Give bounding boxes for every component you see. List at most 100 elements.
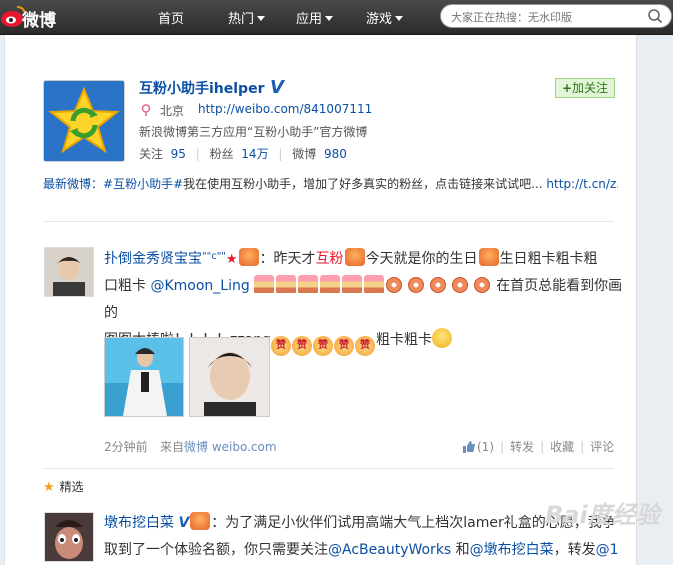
repost-button[interactable]: 转发 [510, 440, 534, 454]
plus-icon: + [561, 81, 573, 95]
post2-text-c: 和 [455, 542, 470, 558]
post-text-a: ：昨天才 [259, 251, 316, 267]
action-divider: | [500, 440, 505, 454]
profile-name[interactable]: 互粉小助手ihelper [139, 78, 264, 98]
post2-author[interactable]: 墩布挖白菜 [104, 515, 174, 531]
nav-home-label: 首页 [158, 12, 185, 27]
source-prefix: 来自 [160, 440, 185, 454]
chevron-down-icon [257, 16, 266, 21]
mention-link[interactable]: @Kmoon_Ling [150, 278, 249, 294]
author-suffix: ""c"" [202, 251, 226, 262]
nav-hot-label: 热门 [228, 12, 255, 27]
cake-icon [298, 275, 319, 293]
post-time[interactable]: 2分钟前 [104, 438, 148, 455]
post-text-c: 生日粗卡粗卡粗 [499, 251, 598, 267]
latest-post: 最新微博：#互粉小助手#我在使用互粉小助手，增加了好多真实的粉丝，点击链接来试试… [43, 175, 618, 192]
action-divider: | [580, 440, 585, 454]
featured-label: 精选 [59, 480, 84, 494]
stat-fans-label: 粉丝 [209, 147, 234, 161]
highlight-text: 互粉 [315, 251, 344, 267]
star-icon: ★ [43, 480, 55, 495]
cake-icon [364, 275, 385, 293]
like-count: (1) [477, 440, 494, 454]
latest-hashtag[interactable]: #互粉小助手# [103, 177, 183, 191]
action-divider: | [540, 440, 545, 454]
thumbs-up-icon [463, 441, 475, 453]
nav-apps-label: 应用 [296, 12, 323, 27]
nav-games-label: 游戏 [366, 12, 393, 27]
post-avatar[interactable] [44, 247, 94, 297]
divider [43, 221, 614, 222]
post-photo-1[interactable] [104, 337, 184, 417]
latest-text: 我在使用互粉小助手，增加了好多真实的粉丝，点击链接来试试吧... [183, 177, 543, 191]
profile-location: 北京 [160, 104, 185, 118]
watermark: Bai度经验 [545, 501, 660, 529]
mention-link[interactable]: @1 [596, 542, 619, 558]
vip-badge-icon [238, 248, 259, 266]
stat-divider: | [278, 147, 283, 161]
post-source: 来自微博 weibo.com [160, 438, 277, 455]
post2-avatar[interactable] [44, 512, 94, 562]
zan-icon: 赞 [292, 336, 313, 356]
nav-home[interactable]: 首页 [158, 8, 184, 27]
comment-button[interactable]: 评论 [590, 440, 614, 454]
profile-avatar[interactable] [43, 80, 125, 162]
zan-icon: 赞 [334, 336, 355, 356]
stat-following[interactable]: 关注 95 [139, 147, 186, 161]
stat-posts-value: 980 [323, 147, 347, 161]
follow-button[interactable]: +加关注 [555, 78, 615, 98]
logo-text[interactable]: 微博 [22, 6, 56, 31]
cake-icon [254, 275, 275, 293]
cake-icon [342, 275, 363, 293]
stat-posts[interactable]: 微博 980 [292, 147, 347, 161]
vip-badge-icon [190, 512, 211, 530]
nav-apps[interactable]: 应用 [296, 8, 334, 27]
zan-icon: 赞 [355, 336, 376, 356]
emoticon-icon [344, 248, 365, 266]
post-line-2: 口粗卡 @Kmoon_Ling 在首页总能看到你画的 [104, 273, 624, 327]
stat-following-value: 95 [170, 147, 186, 161]
source-link[interactable]: 微博 weibo.com [184, 440, 277, 454]
star-badge-icon: ★ [225, 252, 238, 267]
nav-hot[interactable]: 热门 [228, 8, 266, 27]
post-actions: (1) | 转发 | 收藏 | 评论 [463, 438, 614, 455]
latest-label: 最新微博： [43, 177, 104, 191]
stat-following-label: 关注 [139, 147, 164, 161]
profile-url-link[interactable]: http://weibo.com/841007111 [198, 102, 372, 116]
search-box [440, 4, 672, 28]
stat-divider: | [195, 147, 200, 161]
cake-icon [320, 275, 341, 293]
post-text-d: 口粗卡 [104, 278, 146, 294]
drumstick-icon [386, 277, 403, 293]
mention-link[interactable]: @AcBeautyWorks [328, 542, 451, 558]
post-line-1: 扑倒金秀贤宝宝""c""★ ：昨天才互粉 今天就是你的生日 生日粗卡粗卡粗 [104, 243, 624, 273]
latest-link[interactable]: http://t.cn/z... [546, 177, 618, 191]
top-nav-bar: 微博 首页 热门 应用 游戏 [0, 0, 673, 35]
post-author[interactable]: 扑倒金秀贤宝宝 [104, 251, 202, 267]
like-button[interactable]: (1) [463, 440, 494, 454]
follow-label: 加关注 [572, 81, 609, 95]
drumstick-icon [430, 277, 447, 293]
favorite-button[interactable]: 收藏 [550, 440, 574, 454]
verified-icon: V [178, 515, 190, 531]
stat-posts-label: 微博 [292, 147, 317, 161]
location-icon [141, 104, 151, 116]
drumstick-icon [408, 277, 425, 293]
stat-fans-value: 14万 [241, 147, 269, 161]
post2-text-b: 取到了一个体验名额，你只需要关注 [104, 542, 328, 558]
post-text-b: 今天就是你的生日 [365, 251, 478, 267]
profile-stats: 关注 95 | 粉丝 14万 | 微博 980 [139, 145, 347, 162]
profile-description: 新浪微博第三方应用“互粉小助手”官方微博 [139, 125, 368, 139]
emoticon-icon [478, 248, 499, 266]
chevron-down-icon [325, 16, 334, 21]
post-photo-2[interactable] [189, 337, 270, 417]
drumstick-icon [474, 277, 491, 293]
mention-link[interactable]: @墩布挖白菜 [470, 542, 554, 558]
nav-games[interactable]: 游戏 [366, 8, 404, 27]
search-icon[interactable] [647, 8, 663, 24]
stat-fans[interactable]: 粉丝 14万 [210, 147, 269, 161]
zan-icon: 赞 [313, 336, 334, 356]
featured-section: ★ 精选 [43, 478, 84, 495]
chevron-down-icon [395, 16, 404, 21]
search-input[interactable] [449, 8, 643, 26]
